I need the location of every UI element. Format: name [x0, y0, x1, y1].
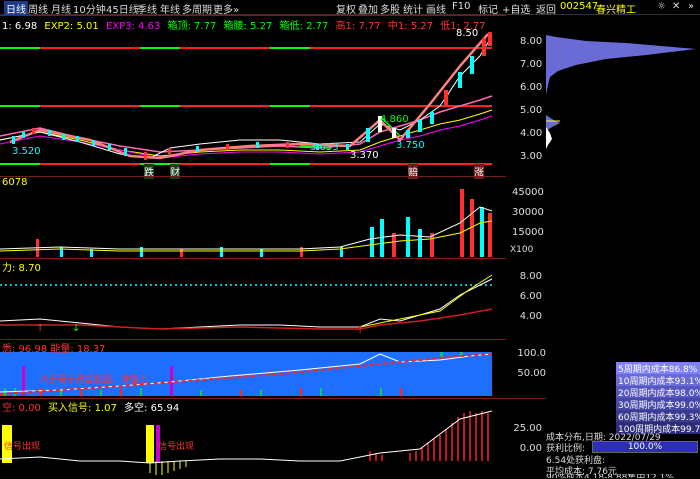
trend-axis-label: 8.00 — [519, 271, 542, 282]
menu-45day[interactable]: 45日线 — [106, 1, 139, 16]
trend-axis-label: 6.00 — [519, 291, 542, 302]
volume-axis-label: 15000 — [512, 227, 544, 238]
energy-axis: 100.0 50.00 — [516, 348, 546, 388]
volume-axis-label: 45000 — [512, 187, 544, 198]
price-axis: 8.00 7.00 6.00 5.00 4.00 3.00 — [520, 36, 542, 174]
price-axis-label: 3.00 — [520, 151, 543, 162]
profit-ratio-bar: 100.0% — [592, 441, 698, 453]
mid-label-1: 4.860 — [380, 114, 409, 125]
menu-overlay[interactable]: 叠加 — [358, 1, 378, 16]
energy-axis-label: 50.00 — [517, 368, 546, 379]
menu-more[interactable]: 更多» — [213, 1, 239, 16]
menu-adjust[interactable]: 复权 — [336, 1, 356, 16]
menu-stats[interactable]: 统计 — [403, 1, 423, 16]
trend-chart: ↑ ↓ ↑ — [0, 274, 493, 336]
svg-text:↓: ↓ — [72, 323, 80, 334]
buy-signal-chart — [0, 410, 493, 475]
menu-draw[interactable]: 画线 — [426, 1, 446, 16]
cost-row-30[interactable]: 30周期内成本99.0% — [616, 398, 700, 410]
menu-monthly[interactable]: 月线 — [51, 1, 71, 16]
price-axis-label: 5.00 — [520, 105, 543, 116]
cost-row-5[interactable]: 5周期内成本86.8% — [616, 362, 700, 374]
buy-axis-label: 0.00 — [519, 443, 542, 454]
volume-panel: 6078 45000 30000 15000 X100 — [0, 176, 544, 258]
low-label-2: 3.370 — [350, 150, 379, 161]
price-axis-label: 8.00 — [520, 36, 543, 47]
svg-text:↑: ↑ — [356, 325, 364, 336]
menu-yearly[interactable]: 年线 — [160, 1, 180, 16]
volume-unit: X100 — [510, 245, 534, 255]
volume-axis-label: 30000 — [512, 207, 544, 218]
signal-label-2: 信号出现 — [158, 442, 195, 452]
menu-quarterly[interactable]: 季线 — [137, 1, 157, 16]
price-axis-label: 4.00 — [520, 128, 543, 139]
cost-distribution-chart — [546, 35, 696, 149]
buy-axis: 25.00 0.00 — [510, 423, 542, 463]
chevron-right-icon[interactable]: » — [688, 1, 694, 12]
cost-concentration: 90%成本4.18-8.88集中12.1% — [546, 474, 674, 478]
high-label: 8.50 — [456, 28, 479, 39]
buy-axis-label: 25.00 — [513, 423, 542, 434]
menu-mark[interactable]: 标记 — [478, 1, 498, 16]
settings-icon[interactable]: ☼ — [657, 1, 666, 12]
low-label-1: 3.520 — [12, 146, 41, 157]
svg-text:↑: ↑ — [36, 323, 44, 334]
stock-name: 春兴精工 — [596, 5, 636, 16]
price-axis-label: 7.00 — [520, 59, 543, 70]
signal-label-1: 信号出现 — [4, 442, 41, 452]
menu-multistock[interactable]: 多股 — [380, 1, 400, 16]
cost-row-20[interactable]: 20周期内成本98.0% — [616, 386, 700, 398]
volume-axis: 45000 30000 15000 — [512, 187, 544, 247]
cost-row-10[interactable]: 10周期内成本93.1% — [616, 374, 700, 386]
cost-row-60[interactable]: 60周期内成本99.3% — [616, 410, 700, 422]
volume-chart — [0, 189, 493, 257]
menu-back[interactable]: 返回 — [536, 1, 556, 16]
menu-bar: 日线 周线 月线 10分钟 45日线 季线 年线 多周期 更多» 复权 叠加 多… — [0, 0, 700, 16]
menu-10min[interactable]: 10分钟 — [73, 1, 106, 16]
close-icon[interactable]: ✕ — [672, 1, 680, 12]
energy-title: 悉: 96.98 能量: 18.37 — [2, 344, 106, 355]
stock-code: 002547 — [560, 1, 599, 12]
price-chart — [0, 32, 493, 165]
menu-f10[interactable]: F10 — [452, 1, 470, 12]
price-panel: 1: 6.98 EXP2: 5.01 EXP3: 4.63 箱顶: 7.77 箱… — [0, 15, 542, 179]
cost-distribution-info: 5周期内成本86.8% 10周期内成本93.1% 20周期内成本98.0% 30… — [546, 358, 700, 478]
buy-signal-panel: 空: 0.00 买入信号: 1.07 多空: 65.94 信号出现 信号出现 2… — [0, 398, 546, 479]
menu-weekly[interactable]: 周线 — [28, 1, 48, 16]
energy-panel: 悉: 96.98 能量: 18.37 大于等于资金能量，准备上 100.0 50… — [0, 339, 546, 398]
trend-axis: 8.00 6.00 4.00 — [516, 271, 542, 331]
trend-axis-label: 4.00 — [519, 311, 542, 322]
menu-multiperiod[interactable]: 多周期 — [182, 1, 212, 16]
menu-add-favorite[interactable]: +自选 — [502, 1, 530, 16]
price-axis-label: 6.00 — [520, 82, 543, 93]
mid-label-2: 3.653 — [310, 142, 339, 153]
menu-daily[interactable]: 日线 — [4, 1, 28, 16]
energy-note: 大于等于资金能量，准备上 — [40, 375, 149, 385]
energy-axis-label: 100.0 — [517, 348, 546, 359]
low-label-3: 3.750 — [396, 140, 425, 151]
trend-panel: 力: 8.70 ↑ ↓ ↑ 8.00 6.00 4.00 — [0, 258, 542, 339]
